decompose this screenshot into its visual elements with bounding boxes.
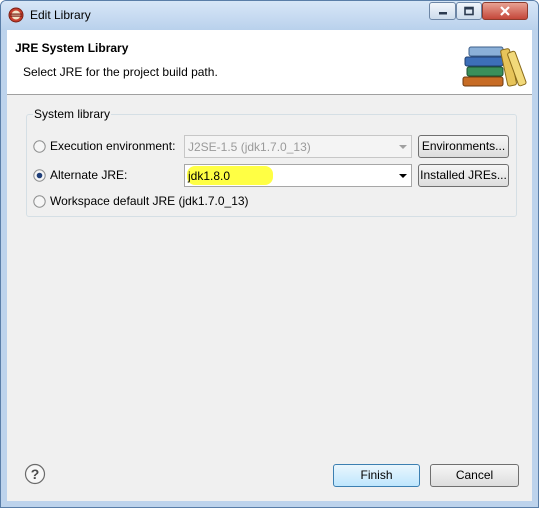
execution-environment-value: J2SE-1.5 (jdk1.7.0_13) (188, 140, 311, 154)
eclipse-app-icon (8, 7, 24, 23)
chevron-down-icon (399, 174, 407, 178)
dialog-header: JRE System Library Select JRE for the pr… (7, 30, 532, 95)
svg-text:?: ? (31, 466, 40, 482)
environments-button[interactable]: Environments... (418, 135, 509, 158)
help-icon[interactable]: ? (24, 463, 46, 485)
execution-environment-radio[interactable] (33, 140, 46, 153)
alternate-jre-value: jdk1.8.0 (188, 169, 231, 183)
maximize-icon (464, 6, 474, 16)
execution-environment-select[interactable]: J2SE-1.5 (jdk1.7.0_13) (184, 135, 412, 158)
workspace-default-radio[interactable] (33, 195, 46, 208)
close-icon (500, 6, 510, 16)
window-title: Edit Library (30, 8, 91, 22)
installed-jres-button[interactable]: Installed JREs... (418, 164, 509, 187)
maximize-button[interactable] (456, 2, 482, 20)
system-library-group: System library Execution environment: J2… (26, 107, 517, 217)
edit-library-dialog: Edit Library JRE System Library Select J… (0, 0, 539, 508)
alternate-jre-radio[interactable] (33, 169, 46, 182)
workspace-default-label: Workspace default JRE (jdk1.7.0_13) (50, 194, 249, 208)
group-label: System library (33, 107, 112, 121)
library-books-icon (462, 46, 527, 87)
page-title: JRE System Library (15, 41, 129, 55)
execution-environment-label: Execution environment: (50, 139, 176, 153)
minimize-button[interactable] (429, 2, 456, 20)
alternate-jre-label: Alternate JRE: (50, 168, 128, 182)
title-bar[interactable]: Edit Library (1, 1, 538, 30)
cancel-button[interactable]: Cancel (430, 464, 519, 487)
page-description: Select JRE for the project build path. (23, 65, 218, 79)
minimize-icon (438, 12, 447, 15)
dialog-client-area: JRE System Library Select JRE for the pr… (7, 30, 532, 501)
close-button[interactable] (482, 2, 528, 20)
chevron-down-icon (399, 145, 407, 149)
alternate-jre-select[interactable]: jdk1.8.0 (184, 164, 412, 187)
finish-button[interactable]: Finish (333, 464, 420, 487)
